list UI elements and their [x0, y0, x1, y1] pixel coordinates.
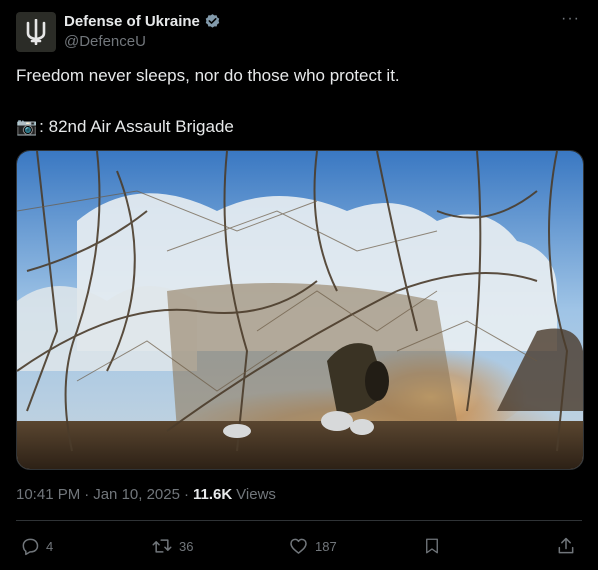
post-photo[interactable]	[16, 150, 584, 470]
reply-button[interactable]: 4	[20, 536, 53, 556]
meta-separator: ·	[84, 486, 90, 503]
post-date[interactable]: Jan 10, 2025	[93, 486, 180, 503]
heart-icon	[290, 538, 307, 554]
bookmark-button[interactable]	[423, 536, 441, 556]
post-time[interactable]: 10:41 PM	[16, 486, 80, 503]
share-icon	[558, 537, 574, 554]
trident-icon	[26, 19, 46, 45]
post-text: Freedom never sleeps, nor do those who p…	[16, 66, 400, 85]
camera-icon: 📷	[16, 117, 38, 136]
share-button[interactable]	[556, 536, 576, 556]
post-credit-text: : 82nd Air Assault Brigade	[39, 117, 234, 136]
views-count: 11.6K	[192, 486, 233, 503]
repost-count: 36	[179, 538, 194, 554]
reply-count: 4	[46, 538, 54, 554]
repost-icon	[152, 539, 172, 553]
bookmark-icon	[426, 538, 438, 554]
reply-icon	[22, 538, 39, 556]
divider	[16, 520, 582, 521]
like-count: 187	[315, 538, 337, 554]
post-credit: 📷 : 82nd Air Assault Brigade	[16, 117, 234, 137]
like-button[interactable]: 187	[288, 536, 337, 556]
author-handle[interactable]: @DefenceU	[64, 33, 146, 50]
views-label: Views	[236, 486, 276, 503]
meta-separator: ·	[183, 486, 189, 503]
photo-artillery-scene	[17, 151, 583, 469]
author-name-row[interactable]: Defense of Ukraine	[64, 13, 221, 30]
more-icon[interactable]: ···	[561, 10, 580, 28]
post-meta: 10:41 PM · Jan 10, 2025 · 11.6K Views	[16, 486, 276, 503]
author-name[interactable]: Defense of Ukraine	[64, 13, 200, 30]
action-bar: 4 36 187	[16, 532, 582, 562]
verified-badge-icon	[205, 14, 220, 28]
avatar[interactable]	[16, 12, 56, 52]
repost-button[interactable]: 36	[151, 536, 193, 556]
